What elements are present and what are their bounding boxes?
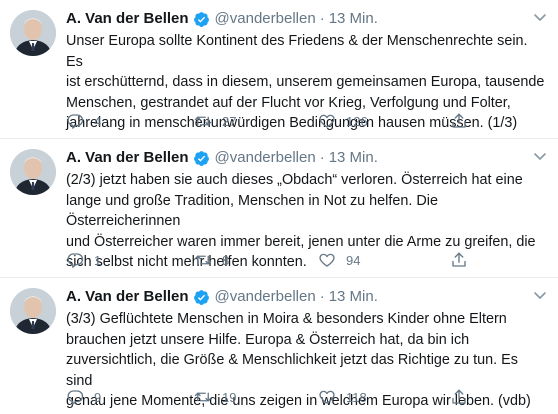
retweet-count: 8: [222, 252, 230, 268]
share-button[interactable]: [450, 388, 468, 406]
verified-badge-icon: [193, 150, 209, 166]
timestamp[interactable]: 13 Min.: [329, 9, 378, 29]
author-handle[interactable]: @vanderbellen: [215, 148, 316, 168]
retweet-button[interactable]: 8: [194, 251, 229, 269]
like-count: 126: [346, 113, 368, 129]
verified-badge-icon: [193, 289, 209, 305]
like-button[interactable]: 94: [318, 251, 360, 269]
author-name[interactable]: A. Van der Bellen: [66, 9, 189, 29]
reply-button[interactable]: 4: [66, 112, 101, 130]
reply-button[interactable]: 9: [66, 388, 101, 406]
tweet[interactable]: A. Van der Bellen @vanderbellen · 13 Min…: [0, 0, 558, 139]
share-icon: [452, 389, 466, 404]
avatar[interactable]: [10, 10, 56, 56]
tweet-header: A. Van der Bellen @vanderbellen · 13 Min…: [66, 148, 546, 168]
chevron-down-icon[interactable]: [532, 287, 548, 303]
reply-count: 4: [94, 113, 102, 129]
separator-dot: ·: [319, 10, 325, 27]
share-icon: [452, 252, 466, 267]
chevron-down-icon[interactable]: [532, 148, 548, 164]
separator-dot: ·: [319, 149, 325, 166]
verified-badge-icon: [193, 11, 209, 27]
heart-icon: [319, 253, 335, 267]
timestamp[interactable]: 13 Min.: [329, 287, 378, 307]
retweet-count: 27: [222, 113, 237, 129]
reply-icon: [67, 253, 84, 268]
heart-icon: [319, 390, 335, 404]
retweet-icon: [194, 392, 212, 402]
timestamp[interactable]: 13 Min.: [329, 148, 378, 168]
like-button[interactable]: 118: [318, 388, 367, 406]
author-name[interactable]: A. Van der Bellen: [66, 287, 189, 307]
tweet[interactable]: A. Van der Bellen @vanderbellen · 13 Min…: [0, 278, 558, 414]
retweet-icon: [194, 116, 212, 126]
tweet-header: A. Van der Bellen @vanderbellen · 13 Min…: [66, 9, 546, 29]
tweet[interactable]: A. Van der Bellen @vanderbellen · 13 Min…: [0, 139, 558, 278]
tweet-actions: 9 19 118: [66, 386, 486, 408]
reply-icon: [67, 390, 84, 405]
reply-count: 9: [94, 389, 102, 405]
reply-count: 1: [94, 252, 102, 268]
share-button[interactable]: [450, 251, 468, 269]
avatar[interactable]: [10, 288, 56, 334]
like-button[interactable]: 126: [318, 112, 368, 130]
retweet-button[interactable]: 27: [194, 112, 236, 130]
retweet-button[interactable]: 19: [194, 388, 236, 406]
retweet-count: 19: [222, 389, 237, 405]
retweet-icon: [194, 255, 212, 265]
avatar-portrait-icon: [10, 10, 56, 56]
like-count: 118: [346, 389, 367, 405]
author-name[interactable]: A. Van der Bellen: [66, 148, 189, 168]
reply-icon: [67, 114, 84, 129]
author-handle[interactable]: @vanderbellen: [215, 9, 316, 29]
tweet-actions: 4 27 126: [66, 110, 486, 132]
author-handle[interactable]: @vanderbellen: [215, 287, 316, 307]
avatar[interactable]: [10, 149, 56, 195]
tweet-actions: 1 8 94: [66, 249, 486, 271]
avatar-portrait-icon: [10, 149, 56, 195]
avatar-portrait-icon: [10, 288, 56, 334]
share-icon: [452, 113, 466, 128]
chevron-down-icon[interactable]: [532, 9, 548, 25]
separator-dot: ·: [319, 288, 325, 305]
share-button[interactable]: [450, 112, 468, 130]
like-count: 94: [346, 252, 361, 268]
reply-button[interactable]: 1: [66, 251, 101, 269]
tweet-header: A. Van der Bellen @vanderbellen · 13 Min…: [66, 287, 546, 307]
heart-icon: [319, 114, 335, 128]
